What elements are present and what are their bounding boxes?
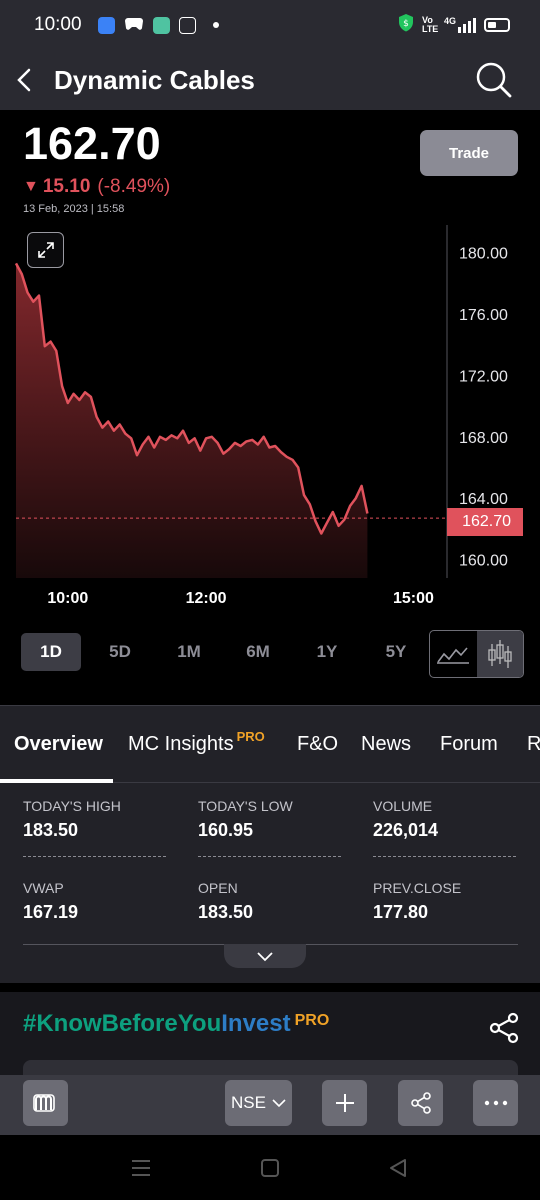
calculator-app-icon	[152, 16, 170, 34]
share-icon	[410, 1092, 431, 1114]
range-1m[interactable]: 1M	[159, 633, 219, 671]
chevron-down-icon	[272, 1099, 286, 1108]
back-nav-icon[interactable]	[388, 1158, 408, 1178]
y-tick-label: 164.00	[459, 491, 508, 508]
range-tabs: 1D 5D 1M 6M 1Y 5Y	[21, 633, 435, 671]
exchange-select[interactable]: NSE	[225, 1080, 292, 1126]
last-price: 162.70	[23, 118, 161, 169]
share-icon	[489, 1012, 519, 1044]
expand-chart-button[interactable]	[27, 232, 64, 268]
back-arrow-icon	[17, 68, 31, 92]
divider	[198, 856, 341, 857]
signal-icon: 4G	[444, 17, 476, 33]
pro-badge: PRO	[236, 728, 265, 744]
search-icon	[476, 62, 512, 98]
range-6m[interactable]: 6M	[228, 633, 288, 671]
x-tick-label: 15:00	[393, 590, 434, 607]
plus-icon	[335, 1094, 354, 1112]
add-to-watchlist-button[interactable]	[322, 1080, 367, 1126]
app-header: Dynamic Cables	[0, 50, 540, 110]
moneycontrol-home-button[interactable]	[23, 1080, 68, 1126]
chevron-down-icon	[257, 952, 273, 962]
price-chart[interactable]: 180.00 176.00 172.00 168.00 164.00 160.00 10:…	[0, 220, 540, 620]
more-options-button[interactable]	[473, 1080, 518, 1126]
range-5y[interactable]: 5Y	[366, 633, 426, 671]
change-percent: (-8.49%)	[97, 176, 171, 197]
last-price-tag: 162.70	[447, 508, 523, 536]
toolbar-share-button[interactable]	[398, 1080, 443, 1126]
system-icons: $ Vo LTE 4G	[398, 13, 510, 37]
vpn-shield-icon: $	[398, 13, 414, 37]
change-absolute: 15.10	[42, 176, 91, 197]
stat-todays-low: TODAY'S LOW 160.95	[198, 798, 293, 840]
line-chart-icon	[437, 647, 470, 664]
chart-type-toggle	[429, 630, 524, 678]
back-button[interactable]	[2, 50, 48, 110]
price-change: ▼ 15.10 (-8.49%)	[23, 176, 170, 198]
divider	[373, 856, 516, 857]
bottom-toolbar: NSE	[0, 1075, 540, 1135]
range-1d[interactable]: 1D	[21, 633, 81, 671]
quote-timestamp: 13 Feb, 2023 | 15:58	[23, 203, 125, 215]
tab-overview[interactable]: Overview	[14, 706, 103, 782]
share-button[interactable]	[488, 1012, 520, 1044]
section-tabs: Overview MC Insights PRO F&O News Forum R	[0, 705, 540, 783]
status-bar: 10:00 $ Vo LTE 4G	[0, 0, 540, 50]
y-tick-label: 172.00	[459, 368, 508, 385]
trade-button[interactable]: Trade	[420, 130, 518, 176]
expand-stats-button[interactable]	[224, 944, 306, 968]
app-notification-icon	[97, 16, 115, 34]
pro-badge: PRO	[294, 1012, 330, 1029]
moneycontrol-logo-icon	[32, 1094, 55, 1112]
candlestick-chart-option[interactable]	[476, 631, 523, 677]
y-tick-label: 168.00	[459, 430, 508, 447]
expand-icon	[37, 242, 54, 258]
range-1y[interactable]: 1Y	[297, 633, 357, 671]
more-notifications-dot	[212, 22, 219, 28]
tab-news[interactable]: News	[361, 706, 411, 782]
tab-forum[interactable]: Forum	[440, 706, 498, 782]
recents-icon[interactable]	[131, 1159, 151, 1177]
candlestick-icon	[488, 640, 512, 668]
battery-icon	[484, 18, 510, 32]
stat-todays-high: TODAY'S HIGH 183.50	[23, 798, 121, 840]
x-tick-label: 10:00	[47, 590, 88, 607]
stat-prev-close: PREV.CLOSE 177.80	[373, 880, 462, 922]
x-tick-label: 12:00	[186, 590, 227, 607]
status-time: 10:00	[34, 14, 82, 35]
price-area	[16, 263, 368, 578]
y-tick-label: 160.00	[459, 553, 508, 570]
home-icon[interactable]	[260, 1158, 280, 1178]
stat-vwap: VWAP 167.19	[23, 880, 79, 922]
tab-mc-insights[interactable]: MC Insights PRO	[128, 706, 265, 782]
stat-open: OPEN 183.50	[198, 880, 254, 922]
down-triangle-icon: ▼	[23, 178, 39, 195]
tab-fno[interactable]: F&O	[297, 706, 338, 782]
system-navigation-bar	[0, 1135, 540, 1200]
stat-volume: VOLUME 226,014	[373, 798, 439, 840]
gamepad-icon	[124, 15, 144, 36]
page-title: Dynamic Cables	[54, 64, 255, 95]
svg-text:$: $	[403, 19, 409, 29]
kbyi-title: #KnowBeforeYouInvest PRO	[23, 1010, 330, 1037]
y-tick-label: 180.00	[459, 246, 508, 263]
divider	[23, 856, 166, 857]
line-chart-option[interactable]	[430, 631, 477, 677]
more-horizontal-icon	[484, 1100, 507, 1106]
volte-indicator: Vo LTE	[421, 15, 439, 34]
notification-icons	[97, 15, 219, 36]
range-5d[interactable]: 5D	[90, 633, 150, 671]
moneycontrol-app-icon	[178, 16, 196, 34]
search-button[interactable]	[474, 60, 514, 100]
tab-next-partial[interactable]: R	[527, 706, 540, 782]
y-tick-label: 176.00	[459, 307, 508, 324]
